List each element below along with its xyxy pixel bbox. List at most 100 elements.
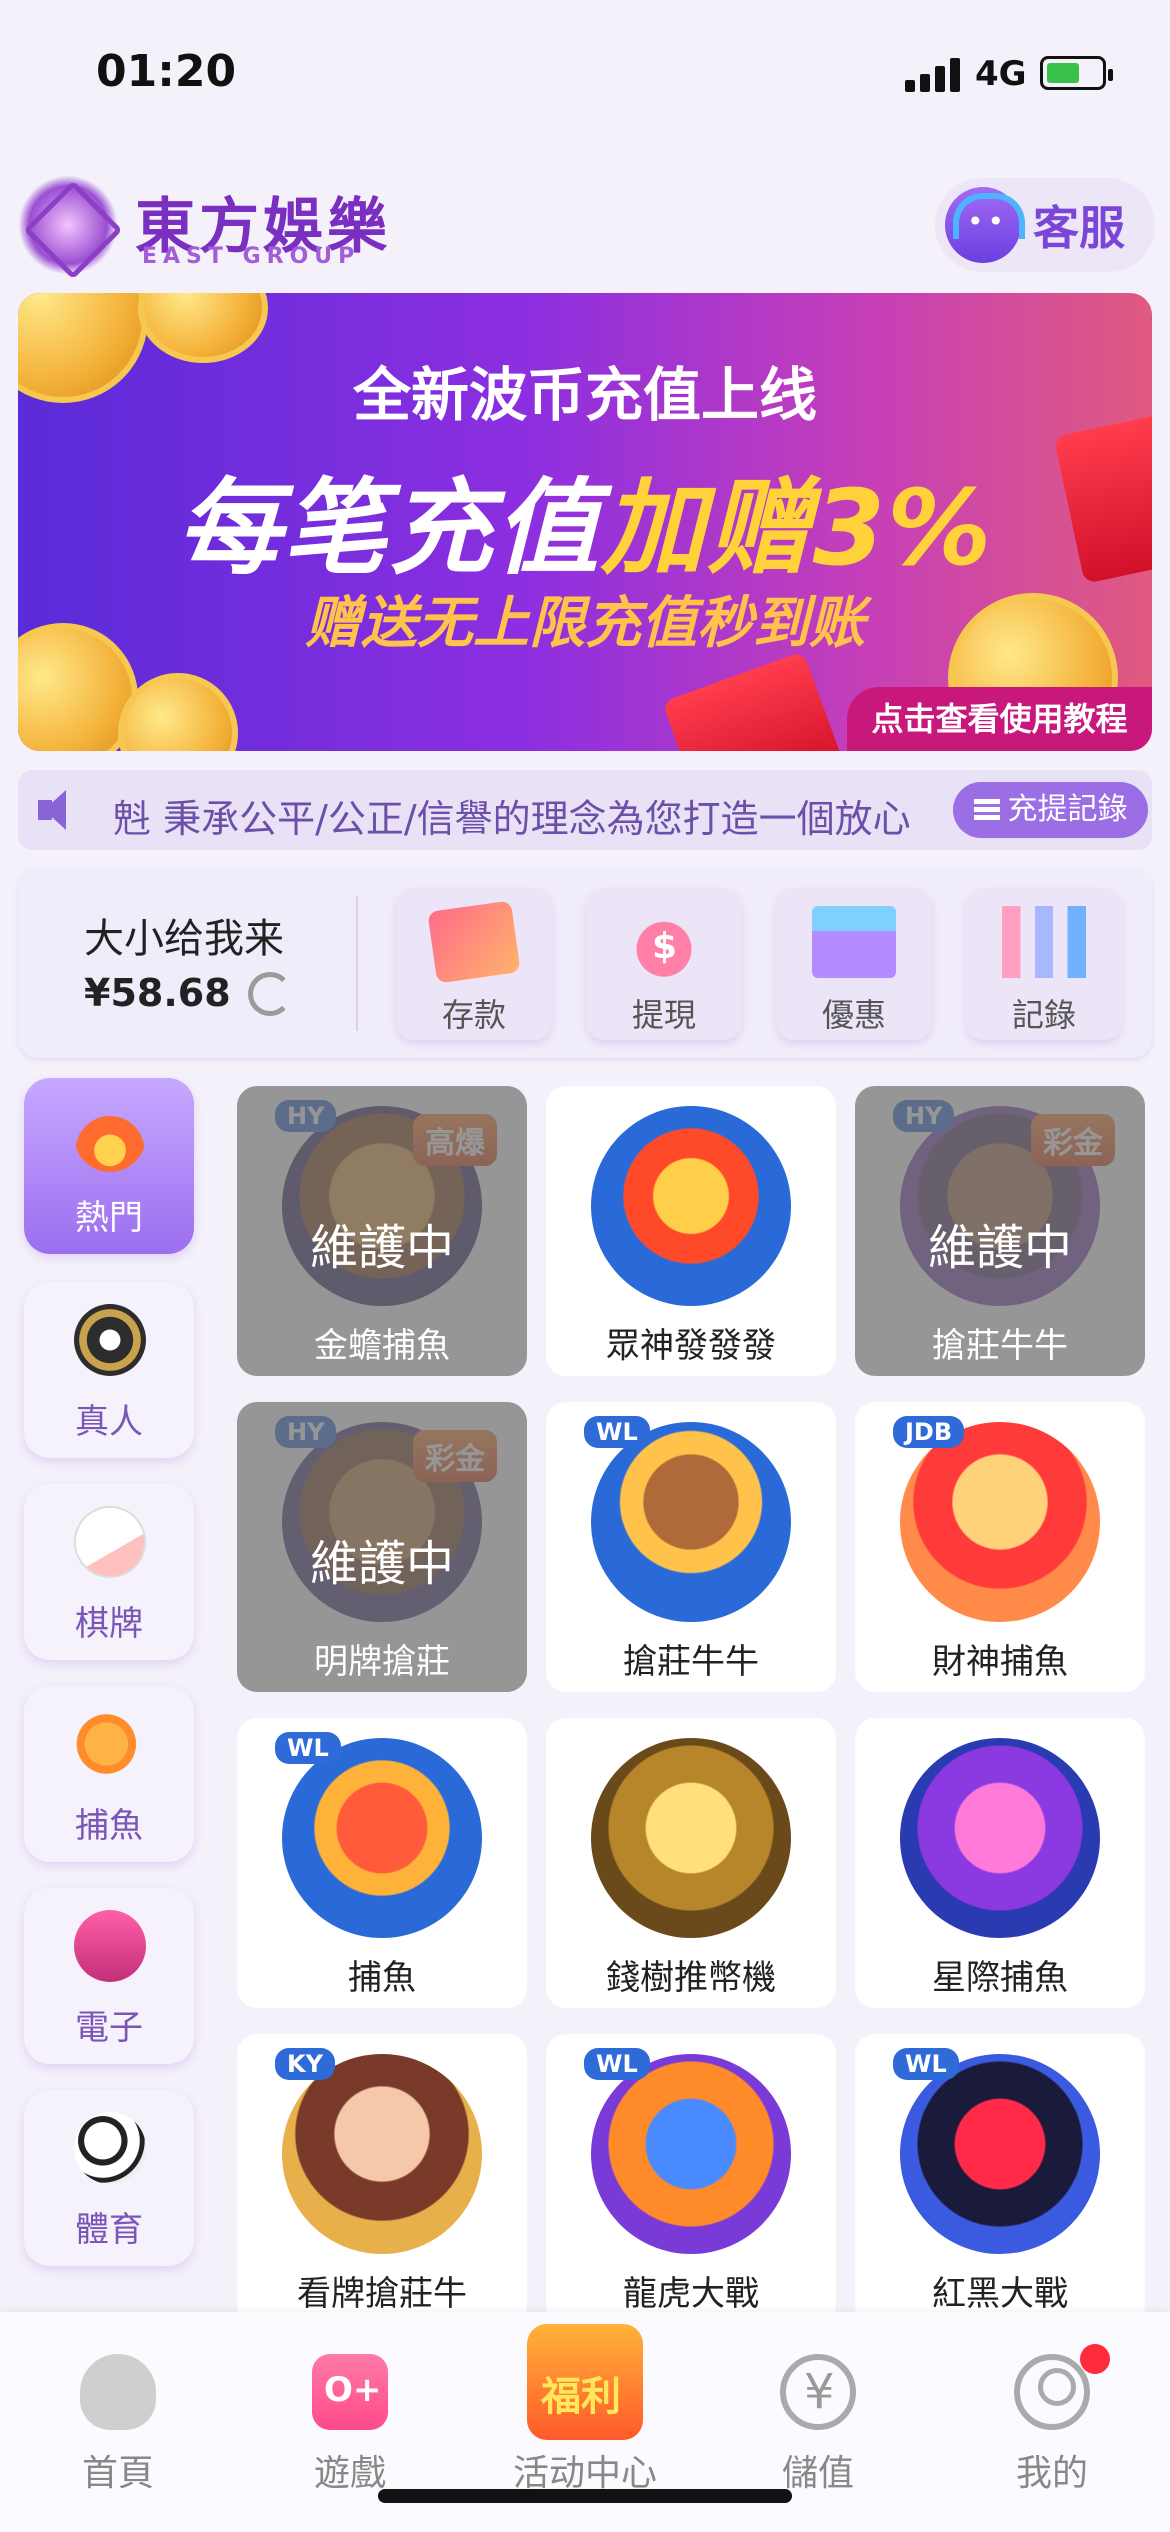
game-name: 龍虎大戰 (623, 2274, 759, 2314)
banner-tutorial-button[interactable]: 点击查看使用教程 (847, 687, 1152, 751)
game-tile[interactable]: HY 高爆 維護中 金蟾捕魚 (237, 1086, 527, 1376)
game-tile[interactable]: HY 彩金 維護中 明牌搶莊 (237, 1402, 527, 1692)
category-live[interactable]: 真人 (24, 1282, 194, 1458)
category-label: 真人 (75, 1402, 143, 1442)
game-name: 錢樹推幣機 (606, 1958, 776, 1998)
poker-chip-icon (74, 1304, 146, 1376)
battery-icon (1040, 56, 1113, 90)
game-artwork (591, 2054, 791, 2254)
game-name: 財神捕魚 (932, 1642, 1068, 1682)
maintenance-label: 維護中 (309, 1536, 454, 1592)
gift-icon (812, 906, 896, 978)
history-button[interactable]: 記錄 (966, 888, 1122, 1040)
bar-chart-icon (1002, 906, 1086, 978)
home-indicator (378, 2489, 792, 2503)
username: 大小给我来 (84, 916, 284, 962)
network-type: 4G (975, 54, 1027, 94)
category-sports[interactable]: 體育 (24, 2090, 194, 2266)
banner-main-text: 每笔充值加赠3% (18, 443, 1152, 594)
brand-subtitle: EAST GROUP (142, 244, 361, 269)
category-label: 電子 (75, 2008, 143, 2048)
records-button-label: 充提記錄 (1007, 792, 1128, 827)
game-artwork (900, 2054, 1100, 2254)
action-label: 提現 (631, 996, 696, 1034)
game-tile[interactable]: KY 看牌搶莊牛 (237, 2034, 527, 2324)
category-hot[interactable]: 熱門 (24, 1078, 194, 1254)
status-time: 01:20 (96, 46, 237, 97)
game-name: 星際捕魚 (932, 1958, 1068, 1998)
fish-icon (74, 1708, 146, 1780)
signal-icon (905, 58, 960, 92)
banner-main-prefix: 每笔充值 (176, 467, 601, 589)
category-cards[interactable]: 棋牌 (24, 1484, 194, 1660)
game-tile[interactable]: HY 彩金 維護中 搶莊牛牛 (855, 1086, 1145, 1376)
game-name: 明牌搶莊 (314, 1642, 450, 1682)
soccer-ball-icon (74, 2112, 146, 2184)
transaction-records-button[interactable]: 充提記錄 (953, 782, 1148, 838)
speaker-icon (34, 788, 84, 832)
game-tile[interactable]: WL 搶莊牛牛 (546, 1402, 836, 1692)
game-tile[interactable]: WL 龍虎大戰 (546, 2034, 836, 2324)
promotions-button[interactable]: 優惠 (776, 888, 932, 1040)
game-tile[interactable]: JDB 財神捕魚 (855, 1402, 1145, 1692)
maintenance-label: 維護中 (309, 1220, 454, 1276)
nav-profile[interactable]: 我的 (952, 2344, 1152, 2514)
announcement-text: 𣁽 秉承公平/公正/信譽的理念為您打造一個放心 (113, 797, 911, 841)
wallet-panel: 大小给我来 ¥58.68 存款 提現 優惠 記錄 (18, 868, 1152, 1058)
announcement-marquee: 𣁽 秉承公平/公正/信譽的理念為您打造一個放心 充提記錄 (18, 770, 1152, 850)
game-tile[interactable]: 錢樹推幣機 (546, 1718, 836, 2008)
balance: ¥58.68 (84, 971, 231, 1015)
category-slots[interactable]: 電子 (24, 1888, 194, 2064)
customer-service-label: 客服 (1033, 201, 1125, 255)
banner-headline: 全新波币充值上线 (352, 361, 817, 429)
game-name: 看牌搶莊牛 (297, 2274, 467, 2314)
refresh-icon[interactable] (248, 972, 292, 1016)
nav-home[interactable]: 首頁 (18, 2344, 218, 2514)
nav-label: 我的 (1015, 2453, 1088, 2494)
home-icon (80, 2354, 156, 2430)
provider-badge: WL (584, 1416, 650, 1448)
game-tile[interactable]: WL 捕魚 (237, 1718, 527, 2008)
provider-badge: JDB (893, 1416, 965, 1448)
red-envelope-decoration (662, 650, 844, 751)
playing-card-icon (65, 1497, 155, 1587)
promo-banner[interactable]: 全新波币充值上线 每笔充值加赠3% 赠送无上限充值秒到账 点击查看使用教程 (18, 293, 1152, 751)
gamepad-icon (312, 2354, 388, 2430)
banner-main-highlight: 加赠3% (600, 467, 994, 589)
slot-machine-icon (74, 1910, 146, 1982)
card-icon (427, 900, 521, 984)
provider-badge: WL (275, 1732, 341, 1764)
game-tile[interactable]: WL 紅黑大戰 (855, 2034, 1145, 2324)
game-name: 搶莊牛牛 (623, 1642, 759, 1682)
category-label: 棋牌 (75, 1604, 143, 1644)
game-tile[interactable]: 眾神發發發 (546, 1086, 836, 1376)
promo-icon (527, 2324, 643, 2440)
profile-icon (1014, 2354, 1090, 2430)
app-header: 東方娛樂 EAST GROUP 客服 (0, 160, 1170, 290)
fire-icon (74, 1100, 146, 1172)
notification-dot (1080, 2344, 1110, 2374)
nav-label: 首頁 (81, 2453, 154, 2494)
action-label: 存款 (441, 996, 506, 1034)
customer-service-button[interactable]: 客服 (935, 178, 1155, 272)
game-artwork (591, 1422, 791, 1622)
provider-badge: WL (893, 2048, 959, 2080)
category-fishing[interactable]: 捕魚 (24, 1686, 194, 1862)
withdraw-button[interactable]: 提現 (586, 888, 742, 1040)
maintenance-label: 維護中 (927, 1220, 1072, 1276)
headset-icon (945, 187, 1025, 263)
deposit-button[interactable]: 存款 (396, 888, 552, 1040)
category-label: 熱門 (75, 1198, 143, 1238)
provider-badge: KY (275, 2048, 335, 2080)
list-icon (973, 799, 1000, 821)
game-name: 金蟾捕魚 (314, 1326, 450, 1366)
game-artwork (900, 1422, 1100, 1622)
banner-subtext: 赠送无上限充值秒到账 (305, 591, 865, 656)
game-tile[interactable]: 星際捕魚 (855, 1718, 1145, 2008)
category-label: 捕魚 (75, 1806, 143, 1846)
money-bag-icon (622, 906, 706, 978)
game-name: 紅黑大戰 (932, 2274, 1068, 2314)
provider-badge: WL (584, 2048, 650, 2080)
game-artwork (900, 1738, 1100, 1938)
game-name: 捕魚 (348, 1958, 416, 1998)
